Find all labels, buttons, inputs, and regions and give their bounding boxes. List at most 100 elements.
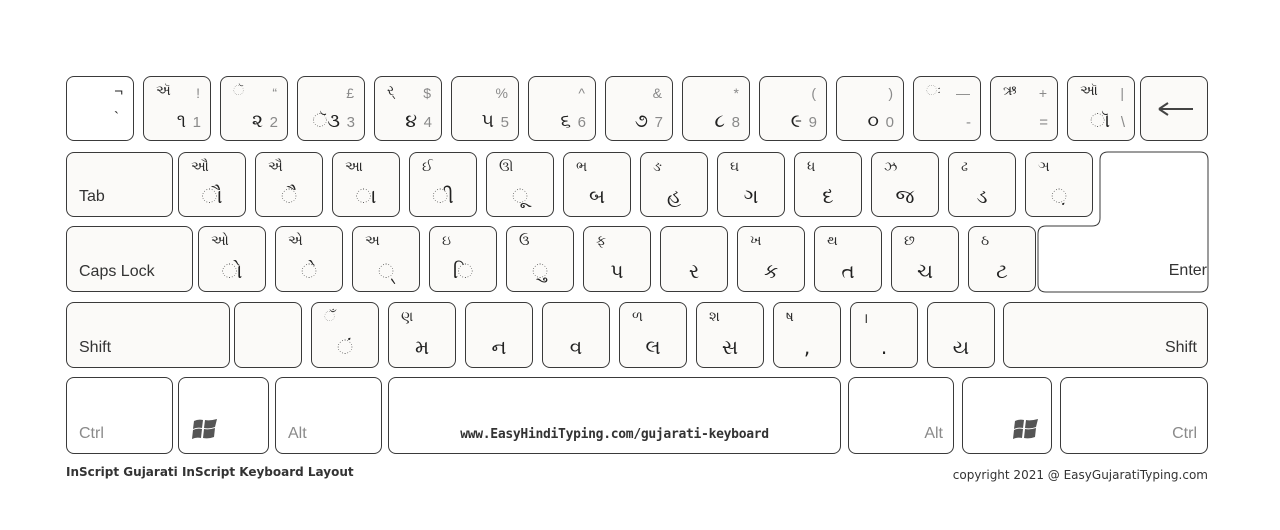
key-shift-char: આ [345,159,363,175]
key-row4-4[interactable]: વ [542,302,610,368]
key-main-char: ય [952,335,970,359]
key-row3-5[interactable]: ફપ [583,226,651,292]
key-row1-13[interactable]: ઑ |ૉ \ [1067,76,1135,141]
key-row1-12[interactable]: ઋ + = [990,76,1058,141]
key-row1-7[interactable]: & ૭ 7 [605,76,673,141]
space-bar[interactable]: www.EasyHindiTyping.com/gujarati-keyboar… [388,377,841,454]
key-main-char: ક [763,259,779,283]
key-number: 8 [731,114,740,131]
key-row1-2[interactable]: ૅ “ ૨ 2 [220,76,288,141]
key-row3-6[interactable]: ર [660,226,728,292]
key-main-char: જ [895,184,915,208]
key-shift-char: ૅ [233,83,245,99]
key-row3-9[interactable]: છચ [891,226,959,292]
right-alt-key[interactable]: Alt [848,377,954,454]
key-row3-0[interactable]: ઓો [198,226,266,292]
key-shift-symbol: + [1038,85,1047,101]
left-shift-key[interactable]: Shift [66,302,230,368]
key-main-char: ો [221,259,243,283]
key-row4-6[interactable]: શસ [696,302,764,368]
key-row3-4[interactable]: ઉુ [506,226,574,292]
key-row1-11[interactable]: ઃ — - [913,76,981,141]
tab-key[interactable]: Tab [66,152,173,217]
key-main-char: લ [645,335,661,359]
key-shift-symbol: | [1120,85,1124,101]
key-row1-6[interactable]: ^ ૬ 6 [528,76,596,141]
key-shift-char: ખ [750,233,762,249]
key-row2-9[interactable]: ઝજ [871,152,939,217]
key-number: 5 [500,114,509,131]
key-shift-char: ઍ [156,83,171,99]
key-row2-4[interactable]: ઊૂ [486,152,554,217]
key-row4-9[interactable]: ય [927,302,995,368]
left-ctrl-key[interactable]: Ctrl [66,377,173,454]
key-main-char: ્ [378,259,394,283]
caps-lock-key[interactable]: Caps Lock [66,226,193,292]
left-windows-key[interactable] [178,377,269,454]
copyright-text: copyright 2021 @ EasyGujaratiTyping.com [952,468,1208,482]
key-row2-2[interactable]: આા [332,152,400,217]
key-row4-0[interactable] [234,302,302,368]
key-row2-3[interactable]: ઈી [409,152,477,217]
key-shift-char: ઈ [422,159,433,175]
key-row1-0[interactable]: ¬ ` [66,76,134,141]
left-alt-key[interactable]: Alt [275,377,382,454]
shift-label: Shift [1164,339,1197,356]
windows-logo-icon [192,419,217,439]
key-row1-4[interactable]: ર્ $૪ 4 [374,76,442,141]
key-row3-2[interactable]: અ્ [352,226,420,292]
key-shift-char: ફ [596,233,606,249]
key-row2-10[interactable]: ઢડ [948,152,1016,217]
key-shift-char: ઝ [884,159,898,175]
key-main-char: ર [688,259,700,283]
backspace-key[interactable] [1140,76,1208,141]
key-shift-char: ધ [807,159,816,175]
key-shift-char: ઙ [653,159,662,175]
key-row4-5[interactable]: ળલ [619,302,687,368]
key-row1-3[interactable]: £ૅ૩ 3 [297,76,365,141]
key-row2-5[interactable]: ભબ [563,152,631,217]
key-main-char: પ [610,259,624,283]
key-shift-symbol: ( [811,85,816,101]
right-shift-key[interactable]: Shift [1003,302,1208,368]
key-row2-7[interactable]: ઘગ [717,152,785,217]
key-main-char: વ [569,335,583,359]
enter-label: Enter [1168,262,1207,279]
key-row1-10[interactable]: ) ૦ 0 [836,76,904,141]
key-shift-char: ઓ [211,233,229,249]
caps-lock-label: Caps Lock [79,263,155,280]
key-row1-9[interactable]: (૯ 9 [759,76,827,141]
key-row4-8[interactable]: ।. [850,302,918,368]
key-row2-0[interactable]: ઔૌ [178,152,246,217]
right-ctrl-key[interactable]: Ctrl [1060,377,1208,454]
key-row3-10[interactable]: ઠટ [968,226,1036,292]
key-row4-3[interactable]: ન [465,302,533,368]
key-shift-char: ઊ [499,159,514,175]
key-row1-8[interactable]: * ૮ 8 [682,76,750,141]
key-shift-char: ભ [576,159,588,175]
key-row4-2[interactable]: ણમ [388,302,456,368]
key-row1-5[interactable]: % ૫ 5 [451,76,519,141]
key-main-char: ૯ [790,110,802,132]
key-shift-symbol: “ [272,85,277,101]
key-row3-3[interactable]: ઇિ [429,226,497,292]
key-row3-7[interactable]: ખક [737,226,805,292]
key-row4-1[interactable]: ઁં [311,302,379,368]
key-row1-1[interactable]: ઍ! ૧ 1 [143,76,211,141]
key-shift-symbol: ^ [578,85,585,101]
key-main-char: ા [355,184,377,208]
key-row3-8[interactable]: થત [814,226,882,292]
key-row2-8[interactable]: ધદ [794,152,862,217]
key-shift-char: શ [709,309,720,325]
ctrl-label: Ctrl [79,425,104,442]
key-shift-char: ણ [401,309,414,325]
key-row2-1[interactable]: ઐૈ [255,152,323,217]
right-windows-key[interactable] [962,377,1052,454]
key-row4-7[interactable]: ષ, [773,302,841,368]
shift-label: Shift [79,339,112,356]
windows-logo-icon [1013,419,1038,439]
key-main-char: ૮ [714,110,725,132]
key-row3-1[interactable]: એે [275,226,343,292]
key-row2-6[interactable]: ઙહ [640,152,708,217]
key-main-char: બ [588,184,606,208]
